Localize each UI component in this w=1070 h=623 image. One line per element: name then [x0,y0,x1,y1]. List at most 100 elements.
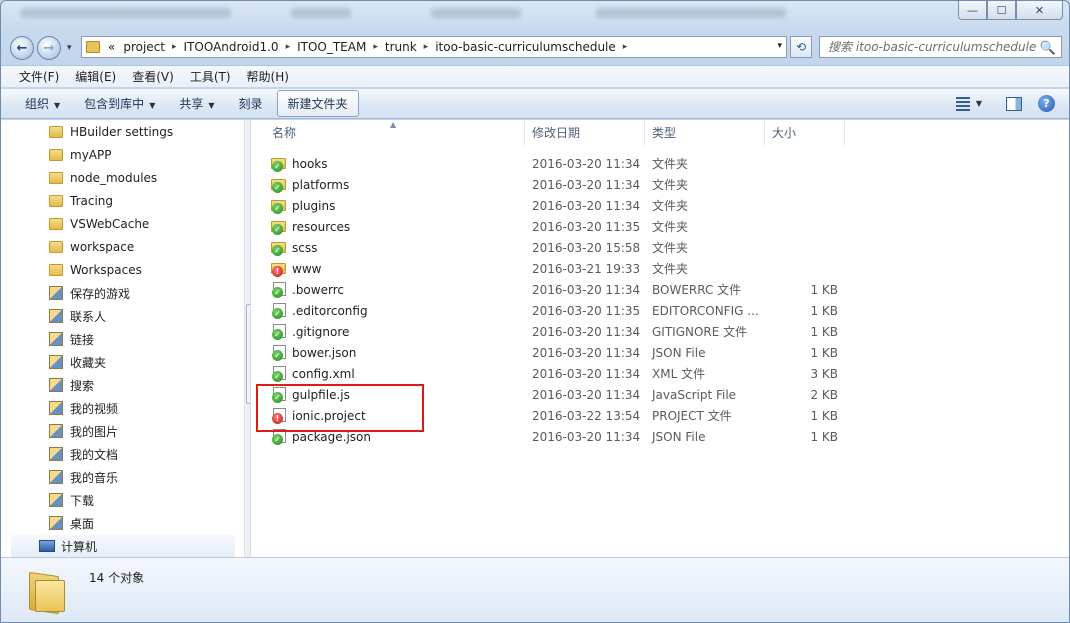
breadcrumb-item-itoo-team[interactable]: ITOO_TEAM [293,40,370,54]
recent-pages-dropdown-icon[interactable]: ▾ [67,43,72,53]
nav-item-desktop[interactable]: 桌面 [11,512,235,534]
new-folder-button[interactable]: 新建文件夹 [276,90,359,117]
file-type: PROJECT 文件 [652,409,732,423]
column-header-date[interactable]: 修改日期 [525,120,645,147]
nav-item-myapp[interactable]: myAPP [11,144,235,166]
file-date: 2016-03-20 11:34 [532,156,641,171]
nav-item-node-modules[interactable]: node_modules [11,167,235,189]
item-count: 14 个对象 [89,571,145,585]
nav-item-label: Workspaces [70,263,142,277]
nav-item-music[interactable]: 我的音乐 [11,466,235,488]
include-library-label: 包含到库中 [84,97,145,111]
file-row[interactable]: ✓ .gitignore 2016-03-20 11:34 GITIGNORE 文件 1… [252,321,852,342]
chevron-right-icon[interactable]: ▸ [421,42,432,52]
chevron-right-icon[interactable]: ▸ [169,42,180,52]
file-row[interactable]: ✓ hooks 2016-03-20 11:34 文件夹 [252,153,852,174]
chevron-right-icon[interactable]: ▸ [283,42,294,52]
breadcrumb-item-trunk[interactable]: trunk [381,40,421,54]
menu-view[interactable]: 查看(V) [124,68,182,85]
file-date: 2016-03-20 15:58 [532,240,641,255]
include-in-library-button[interactable]: 包含到库中 ▼ [74,91,165,116]
nav-item-contacts[interactable]: 联系人 [11,305,235,327]
menu-edit[interactable]: 编辑(E) [67,68,124,85]
column-header-type[interactable]: 类型 [645,120,765,147]
file-row[interactable]: ✓ plugins 2016-03-20 11:34 文件夹 [252,195,852,216]
file-row[interactable]: ✓ scss 2016-03-20 15:58 文件夹 [252,237,852,258]
maximize-button[interactable]: ☐ [987,1,1016,20]
large-folder-icon [29,570,67,615]
blurred-taskbar-area [431,8,521,18]
scroll-up-icon[interactable]: ▲ [245,120,251,137]
breadcrumb-item-project[interactable]: project [119,40,169,54]
chevron-down-icon: ▼ [149,101,156,110]
blurred-taskbar-area [291,8,351,18]
address-history-dropdown-icon[interactable]: ▾ [777,41,782,51]
menu-help[interactable]: 帮助(H) [239,68,297,85]
address-bar[interactable]: « project ▸ ITOOAndroid1.0 ▸ ITOO_TEAM ▸… [81,36,787,58]
sort-ascending-icon: ▲ [390,120,397,129]
column-header-name[interactable]: ▲ 名称 [252,120,525,147]
nav-item-label: VSWebCache [70,217,150,231]
nav-item-searches[interactable]: 搜索 [11,374,235,396]
nav-item-label: 下载 [70,493,95,508]
forward-button[interactable]: → [37,36,61,60]
folder-icon: ✓ [271,240,287,256]
folder-icon: ✓ [271,198,287,214]
nav-pane-scrollbar[interactable]: ▲ ▼ [244,120,251,557]
file-date: 2016-03-21 19:33 [532,261,641,276]
nav-item-label: workspace [70,240,135,254]
breadcrumb-overflow[interactable]: « [104,40,119,54]
column-header-size[interactable]: 大小 [765,120,845,147]
nav-item-label: 计算机 [61,539,98,554]
nav-item-documents[interactable]: 我的文档 [11,443,235,465]
nav-item-label: node_modules [70,171,158,185]
file-name: resources [292,219,351,234]
minimize-button[interactable]: — [958,1,987,20]
file-row[interactable]: ✓ bower.json 2016-03-20 11:34 JSON File 1 KB [252,342,852,363]
search-input[interactable]: 搜索 itoo-basic-curriculumschedule 🔍 [819,36,1062,58]
nav-item-pictures[interactable]: 我的图片 [11,420,235,442]
refresh-button[interactable]: ⟲ [790,36,812,58]
file-row[interactable]: ✓ .editorconfig 2016-03-20 11:35 EDITORCONF… [252,300,852,321]
help-icon[interactable]: ? [1038,95,1055,112]
back-button[interactable]: ← [10,36,34,60]
chevron-right-icon[interactable]: ▸ [620,42,631,52]
preview-pane-icon[interactable] [1006,96,1022,111]
nav-item-vswebcache[interactable]: VSWebCache [11,213,235,235]
breadcrumb-item-current[interactable]: itoo-basic-curriculumschedule [431,40,620,54]
nav-item-downloads[interactable]: 下载 [11,489,235,511]
file-row[interactable]: ✓ resources 2016-03-20 11:35 文件夹 [252,216,852,237]
organize-label: 组织 [25,97,50,111]
column-header-label: 名称 [272,126,297,140]
nav-item-hbuilder-settings[interactable]: HBuilder settings [11,121,235,143]
file-row[interactable]: ! www 2016-03-21 19:33 文件夹 [252,258,852,279]
close-button[interactable]: ✕ [1016,1,1063,20]
change-view-icon[interactable] [955,96,970,111]
breadcrumb-item-itooandroid[interactable]: ITOOAndroid1.0 [180,40,283,54]
nav-item-favorites[interactable]: 收藏夹 [11,351,235,373]
nav-item-workspace[interactable]: workspace [11,236,235,258]
nav-item-videos[interactable]: 我的视频 [11,397,235,419]
nav-item-workspaces[interactable]: Workspaces [11,259,235,281]
scrollbar-thumb[interactable] [246,304,250,404]
burn-button[interactable]: 刻录 [229,91,273,116]
menu-file[interactable]: 文件(F) [11,68,67,85]
scroll-down-icon[interactable]: ▼ [245,540,251,557]
chevron-right-icon[interactable]: ▸ [370,42,381,52]
file-row[interactable]: ✓ config.xml 2016-03-20 11:34 XML 文件 3 KB [252,363,852,384]
nav-item-label: 我的文档 [70,447,119,462]
title-bar[interactable]: — ☐ ✕ [1,1,1069,29]
search-icon[interactable]: 🔍 [1040,39,1056,57]
file-row[interactable]: ✓ .bowerrc 2016-03-20 11:34 BOWERRC 文件 1 KB [252,279,852,300]
file-name: www [292,261,322,276]
menu-tools[interactable]: 工具(T) [182,68,239,85]
videos-icon [49,401,63,415]
organize-button[interactable]: 组织 ▼ [15,91,70,116]
nav-item-tracing[interactable]: Tracing [11,190,235,212]
view-options-chevron-icon[interactable]: ▼ [976,99,982,108]
share-button[interactable]: 共享 ▼ [169,91,224,116]
file-row[interactable]: ✓ platforms 2016-03-20 11:34 文件夹 [252,174,852,195]
nav-item-saved-games[interactable]: 保存的游戏 [11,282,235,304]
nav-item-links[interactable]: 链接 [11,328,235,350]
nav-item-computer[interactable]: 计算机 [11,535,235,557]
